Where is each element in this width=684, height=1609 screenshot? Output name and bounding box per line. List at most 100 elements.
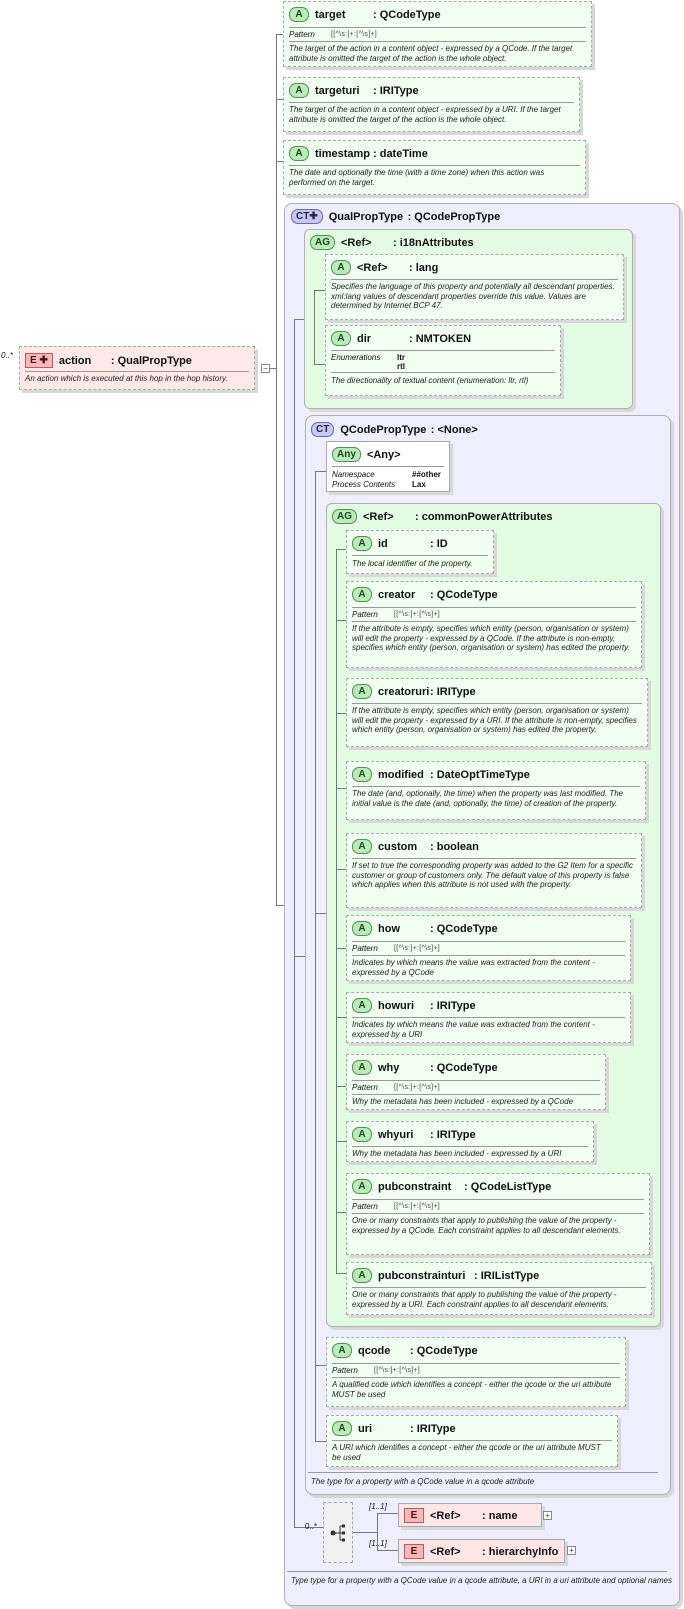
attribute-target[interactable]: A target : QCodeType Pattern [[^\s:]+:[^… <box>283 1 592 67</box>
process-contents-value: Lax <box>412 480 426 489</box>
attribute-pubconstrainturi[interactable]: A pubconstrainturi : IRIListType One or … <box>346 1262 652 1315</box>
attribute-badge: A <box>352 684 372 699</box>
element-name[interactable]: E <Ref> : name <box>398 1503 542 1527</box>
element-action[interactable]: E ✚ action : QualPropType An action whic… <box>19 346 255 390</box>
attribute-badge: A <box>332 1343 352 1358</box>
namespace-value: ##other <box>412 470 441 479</box>
element-doc: An action which is executed at this hop … <box>25 374 228 383</box>
namespace-label: Namespace <box>332 470 375 479</box>
attribute-creator[interactable]: A creator : QCodeType Pattern [[^\s:]+:[… <box>346 581 642 668</box>
attribute-badge: A <box>352 839 372 854</box>
attribute-badge: A <box>332 1421 352 1436</box>
any-name: <Any> <box>366 448 401 461</box>
element-ref-name: : hierarchyInfo <box>482 1545 559 1558</box>
attribute-qcode[interactable]: A qcode : QCodeType Pattern [[^\s:]+:[^\… <box>326 1337 626 1407</box>
element-badge: E ✚ <box>25 353 53 368</box>
attribute-howuri[interactable]: A howuri : IRIType Indicates by which me… <box>346 992 631 1043</box>
attribute-doc: Indicates by which means the value was e… <box>352 1020 595 1039</box>
attribute-why[interactable]: A why : QCodeType Pattern [[^\s:]+:[^\s]… <box>346 1054 606 1110</box>
attribute-name: qcode <box>358 1344 391 1357</box>
attribute-id[interactable]: A id : ID The local identifier of the pr… <box>346 530 494 574</box>
attribute-name: timestamp <box>315 147 371 160</box>
root-multiplicity: 0..* <box>1 351 14 360</box>
attribute-uri[interactable]: A uri : IRIType A URI which identifies a… <box>326 1415 618 1467</box>
complex-type-badge: CT <box>311 422 335 437</box>
attribute-custom[interactable]: A custom : boolean If set to true the co… <box>346 833 642 908</box>
attribute-group-name: : commonPowerAttributes <box>415 510 553 523</box>
attribute-doc: One or many constraints that apply to pu… <box>352 1290 617 1309</box>
attribute-badge: A <box>331 260 351 275</box>
attribute-doc: If the attribute is empty, specifies whi… <box>352 624 630 653</box>
pattern-label: Pattern <box>352 944 378 953</box>
pattern-label: Pattern <box>332 1366 358 1375</box>
attribute-badge: A <box>352 587 372 602</box>
complex-type-doc: Type type for a property with a QCode va… <box>291 1576 672 1585</box>
element-hierarchyinfo[interactable]: E <Ref> : hierarchyInfo <box>398 1539 565 1563</box>
attribute-doc: A URI which identifies a concept - eithe… <box>332 1443 601 1462</box>
attribute-name: why <box>378 1061 400 1074</box>
attribute-modified[interactable]: A modified : DateOptTimeType The date (a… <box>346 761 646 820</box>
attribute-creatoruri[interactable]: A creatoruri : IRIType If the attribute … <box>346 678 648 747</box>
attribute-whyuri[interactable]: A whyuri : IRIType Why the metadata has … <box>346 1121 594 1162</box>
ref-label: <Ref> <box>341 236 372 249</box>
attribute-dir[interactable]: A dir : NMTOKEN Enumerations ltr rtl The … <box>325 325 561 396</box>
enumerations-label: Enumerations <box>331 353 381 362</box>
attribute-name: targeturi <box>315 84 360 97</box>
attribute-doc: If the attribute is empty, specifies whi… <box>352 706 637 735</box>
attribute-type: : IRIType <box>430 999 476 1012</box>
expand-name-button[interactable]: + <box>543 1511 552 1520</box>
attribute-badge: A <box>352 1060 372 1075</box>
attribute-type: : QCodeType <box>373 8 441 21</box>
attribute-type: : ID <box>430 537 448 550</box>
complex-type-base: : <None> <box>430 423 478 436</box>
attribute-name: howuri <box>378 999 415 1012</box>
any-wildcard[interactable]: Any <Any> Namespace ##other Process Cont… <box>326 441 450 492</box>
element-badge: E <box>404 1544 424 1559</box>
element-ref-name: : name <box>482 1509 518 1522</box>
element-name: action <box>58 354 92 367</box>
attribute-name: creatoruri <box>378 685 430 698</box>
attribute-type: : dateTime <box>373 147 428 160</box>
attribute-doc: The date and optionally the time (with a… <box>289 168 545 187</box>
attribute-name: : lang <box>409 261 439 274</box>
attribute-type: : QCodeType <box>430 922 498 935</box>
expand-hierarchyinfo-button[interactable]: + <box>567 1546 576 1555</box>
attribute-badge: A <box>352 767 372 782</box>
attribute-how[interactable]: A how : QCodeType Pattern [[^\s:]+:[^\s]… <box>346 915 631 981</box>
attribute-doc: The date (and, optionally, the time) whe… <box>352 789 624 808</box>
complex-type-name: QualPropType <box>328 210 404 223</box>
attribute-doc: The target of the action in a content ob… <box>289 105 561 124</box>
attribute-type: : QCodeListType <box>464 1180 552 1193</box>
attribute-name: dir <box>357 332 372 345</box>
attribute-doc: The directionality of textual content (e… <box>331 376 529 385</box>
attribute-name: target <box>315 8 346 21</box>
attribute-name: pubconstrainturi <box>378 1269 466 1282</box>
attribute-timestamp[interactable]: A timestamp : dateTime The date and opti… <box>283 140 586 195</box>
attribute-name: whyuri <box>378 1128 414 1141</box>
attribute-type: : IRIType <box>373 84 419 97</box>
attribute-group-badge: AG <box>332 509 357 524</box>
attribute-doc: A qualified code which identifies a conc… <box>332 1380 612 1399</box>
ref-label: <Ref> <box>363 510 394 523</box>
attribute-lang[interactable]: A <Ref> : lang Specifies the language of… <box>325 254 624 320</box>
attribute-name: modified <box>378 768 424 781</box>
sequence-compositor[interactable] <box>323 1502 353 1563</box>
attribute-name: creator <box>378 588 416 601</box>
attribute-doc: The local identifier of the property. <box>352 559 473 568</box>
pattern-label: Pattern <box>289 30 315 39</box>
attribute-badge: A <box>289 83 309 98</box>
attribute-pubconstraint[interactable]: A pubconstraint : QCodeListType Pattern … <box>346 1173 650 1255</box>
complex-type-name: QCodePropType <box>340 423 427 436</box>
pattern-label: Pattern <box>352 610 378 619</box>
pattern-value: [[^\s:]+:[^\s]+] <box>394 1084 440 1091</box>
attribute-badge: A <box>352 1268 372 1283</box>
attribute-badge: A <box>352 1179 372 1194</box>
attribute-badge: A <box>331 331 351 346</box>
attribute-name: id <box>378 537 388 550</box>
element-name-multiplicity: [1..1] <box>369 1502 387 1511</box>
complex-type-badge: CT✚ <box>291 209 323 224</box>
ref-label: <Ref> <box>430 1545 461 1558</box>
attribute-targeturi[interactable]: A targeturi : IRIType The target of the … <box>283 77 580 132</box>
attribute-badge: A <box>352 998 372 1013</box>
attribute-badge: A <box>289 146 309 161</box>
